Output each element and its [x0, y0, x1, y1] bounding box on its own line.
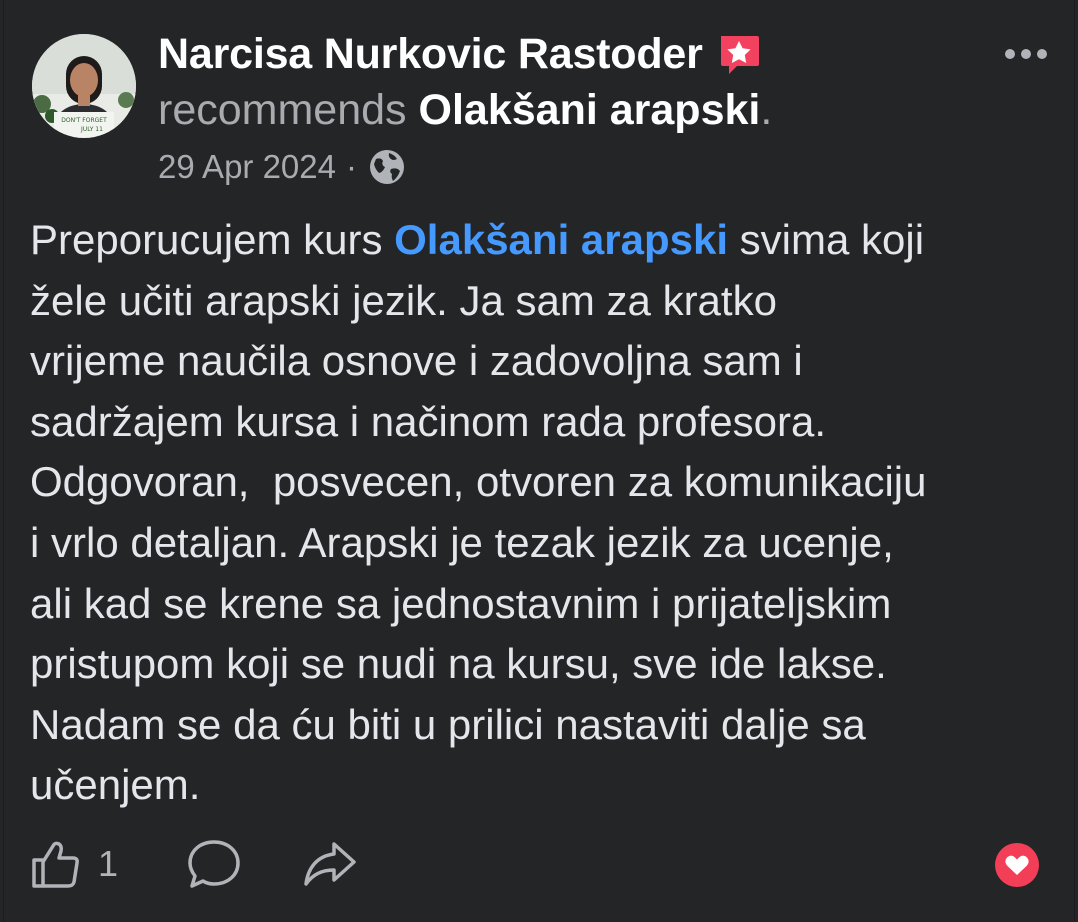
more-dots-icon: [1005, 49, 1015, 59]
recommends-row: recommends Olakšani arapski .: [158, 84, 772, 136]
recommends-label: recommends: [158, 85, 407, 134]
review-line: žele učiti arapski jezik. Ja sam za krat…: [30, 276, 777, 324]
globe-icon: [367, 147, 407, 187]
share-arrow-icon: [304, 842, 356, 886]
review-line-text: svima koji: [728, 216, 925, 263]
review-line: sadržajem kursa i načinom rada profesora…: [30, 397, 827, 445]
more-options-button[interactable]: [996, 36, 1056, 72]
love-heart-icon[interactable]: [994, 842, 1040, 888]
more-dot: [1021, 49, 1031, 59]
avatar-subcaption: JULY 11: [80, 126, 103, 133]
author-avatar[interactable]: DON'T FORGET JULY 11: [32, 34, 136, 138]
comment-button[interactable]: [184, 836, 244, 892]
review-line: Odgovoran, posvecen, otvoren za komunika…: [30, 458, 927, 506]
review-line: učenjem.: [30, 761, 201, 809]
avatar-photo: DON'T FORGET JULY 11: [32, 34, 136, 138]
post-date[interactable]: 29 Apr 2024: [158, 148, 336, 186]
review-text: Preporucujem kurs Olakšani arapski svima…: [30, 210, 1060, 816]
share-button[interactable]: [300, 836, 360, 892]
review-line: pristupom koji se nudi na kursu, sve ide…: [30, 640, 887, 688]
review-post-card: DON'T FORGET JULY 11 Narcisa Nurkovic Ra…: [4, 0, 1074, 922]
review-line-text: Preporucujem kurs: [30, 216, 395, 263]
like-count: 1: [98, 843, 119, 884]
review-line: Nadam se da ću biti u prilici nastaviti …: [30, 700, 866, 748]
review-line: Preporucujem kurs Olakšani arapski svima…: [30, 210, 1060, 271]
author-name[interactable]: Narcisa Nurkovic Rastoder: [158, 30, 703, 79]
comment-bubble-icon: [188, 840, 240, 888]
review-line: i vrlo detaljan. Arapski je tezak jezik …: [30, 518, 894, 566]
recommendation-star-icon: [715, 30, 763, 78]
more-dot: [1037, 49, 1047, 59]
action-bar: 1: [4, 832, 1074, 896]
recommended-page-link[interactable]: Olakšani arapski: [419, 86, 761, 135]
review-line: ali kad se krene sa jednostavnim i prija…: [30, 579, 892, 627]
review-line: vrijeme naučila osnove i zadovoljna sam …: [30, 337, 803, 385]
thumbs-up-icon: [32, 841, 79, 888]
inline-page-link[interactable]: Olakšani arapski: [394, 216, 728, 263]
like-button[interactable]: 1: [28, 836, 118, 892]
avatar-caption: DON'T FORGET: [61, 117, 107, 124]
author-row: Narcisa Nurkovic Rastoder: [158, 28, 763, 80]
meta-separator: ·: [346, 148, 357, 185]
period: .: [760, 85, 773, 134]
post-meta: 29 Apr 2024 ·: [158, 144, 407, 190]
